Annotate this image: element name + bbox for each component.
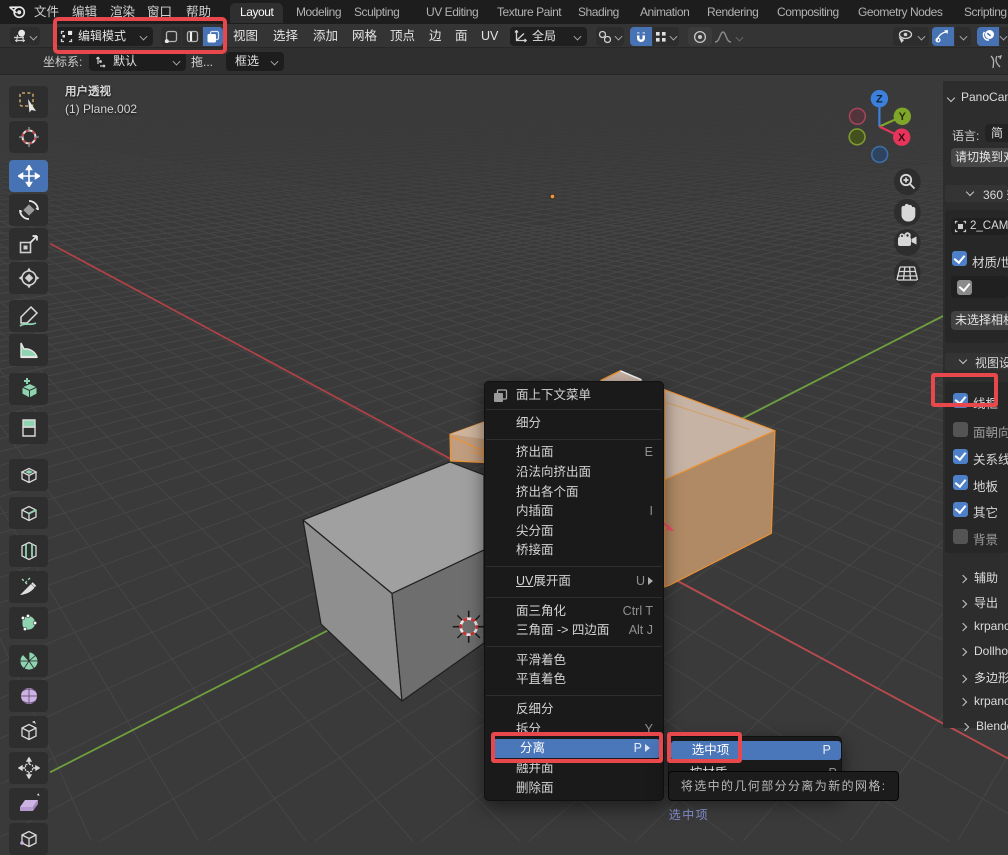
svg-text:X: X xyxy=(898,132,906,144)
svg-text:Y: Y xyxy=(899,111,907,123)
svg-text:Z: Z xyxy=(876,94,883,106)
